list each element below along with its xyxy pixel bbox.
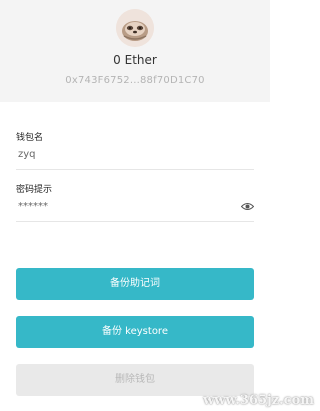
delete-wallet-button[interactable]: 删除钱包	[16, 364, 254, 396]
password-hint-field[interactable]: ******	[16, 196, 254, 222]
wallet-name-field[interactable]: zyq	[16, 144, 254, 170]
password-hint-label: 密码提示	[16, 185, 53, 195]
backup-keystore-button[interactable]: 备份 keystore	[16, 316, 254, 348]
backup-mnemonic-button[interactable]: 备份助记词	[16, 268, 254, 300]
wallet-balance: 0 Ether	[113, 53, 157, 67]
wallet-header: 0 Ether 0x743F6752...88f70D1C70	[0, 0, 270, 102]
show-password-eye-icon[interactable]	[241, 202, 254, 211]
sloth-avatar-icon	[116, 9, 154, 47]
wallet-name-value: zyq	[18, 149, 36, 160]
wallet-address: 0x743F6752...88f70D1C70	[65, 75, 205, 86]
wallet-name-label: 钱包名	[16, 133, 44, 143]
wallet-avatar	[116, 9, 154, 47]
password-hint-value: ******	[18, 201, 48, 212]
watermark: www.365jz.com	[203, 393, 314, 408]
